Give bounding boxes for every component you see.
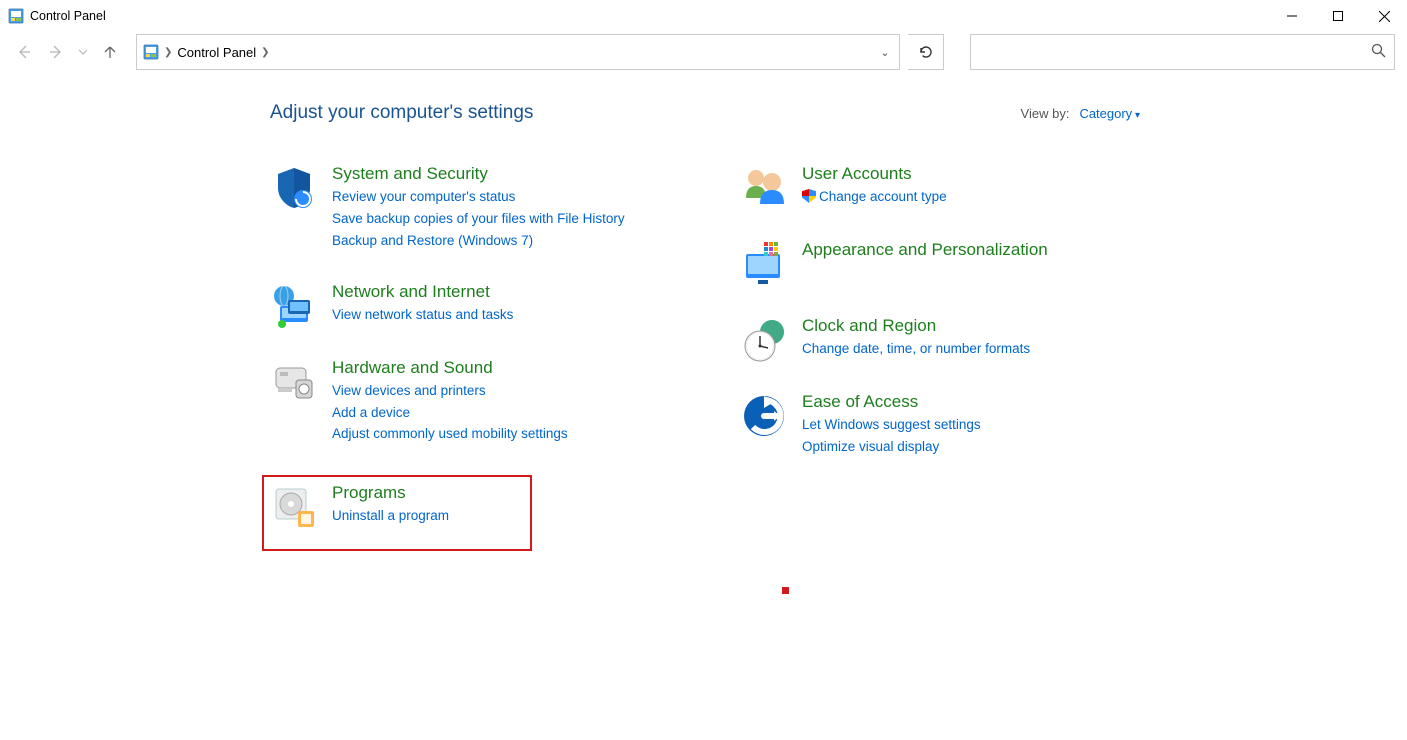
title-bar: Control Panel bbox=[0, 0, 1407, 32]
task-devices-printers[interactable]: View devices and printers bbox=[332, 382, 568, 401]
category-title-ease-of-access[interactable]: Ease of Access bbox=[802, 392, 981, 412]
control-panel-icon bbox=[8, 8, 24, 24]
window-controls bbox=[1269, 0, 1407, 32]
task-backup-restore[interactable]: Backup and Restore (Windows 7) bbox=[332, 232, 625, 251]
breadcrumb-control-panel[interactable]: Control Panel bbox=[177, 45, 256, 60]
task-add-device[interactable]: Add a device bbox=[332, 404, 568, 423]
task-let-windows-suggest[interactable]: Let Windows suggest settings bbox=[802, 416, 981, 435]
view-by-dropdown[interactable]: Category bbox=[1079, 106, 1140, 121]
forward-button[interactable] bbox=[44, 40, 68, 64]
network-icon[interactable] bbox=[270, 282, 318, 330]
recent-locations-button[interactable] bbox=[76, 40, 90, 64]
address-bar[interactable]: ❯ Control Panel ❯ ⌄ bbox=[136, 34, 900, 70]
category-title-user-accounts[interactable]: User Accounts bbox=[802, 164, 947, 184]
control-panel-crumb-icon bbox=[143, 44, 159, 60]
task-change-account-type[interactable]: Change account type bbox=[802, 188, 947, 207]
ease-of-access-icon[interactable] bbox=[740, 392, 788, 440]
category-title-appearance[interactable]: Appearance and Personalization bbox=[802, 240, 1048, 260]
programs-highlight-box: Programs Uninstall a program bbox=[262, 475, 532, 551]
category-programs: Programs Uninstall a program bbox=[270, 483, 524, 531]
task-date-time-formats[interactable]: Change date, time, or number formats bbox=[802, 340, 1030, 359]
category-user-accounts: User Accounts Change account type bbox=[740, 164, 1130, 212]
red-marker bbox=[782, 587, 789, 594]
minimize-button[interactable] bbox=[1269, 0, 1315, 32]
task-mobility[interactable]: Adjust commonly used mobility settings bbox=[332, 425, 568, 444]
category-title-system-security[interactable]: System and Security bbox=[332, 164, 625, 184]
category-network: Network and Internet View network status… bbox=[270, 282, 700, 330]
navigation-bar: ❯ Control Panel ❯ ⌄ bbox=[0, 32, 1407, 72]
task-optimize-visual[interactable]: Optimize visual display bbox=[802, 438, 981, 457]
search-input[interactable] bbox=[979, 35, 1371, 69]
category-clock-region: Clock and Region Change date, time, or n… bbox=[740, 316, 1130, 364]
category-title-hardware[interactable]: Hardware and Sound bbox=[332, 358, 568, 378]
view-by-label: View by: bbox=[1021, 106, 1070, 121]
category-title-programs[interactable]: Programs bbox=[332, 483, 449, 503]
search-icon[interactable] bbox=[1371, 43, 1386, 61]
maximize-button[interactable] bbox=[1315, 0, 1361, 32]
category-title-clock-region[interactable]: Clock and Region bbox=[802, 316, 1030, 336]
task-review-status[interactable]: Review your computer's status bbox=[332, 188, 625, 207]
address-dropdown-icon[interactable]: ⌄ bbox=[874, 46, 896, 59]
category-appearance: Appearance and Personalization bbox=[740, 240, 1130, 288]
back-button[interactable] bbox=[12, 40, 36, 64]
window-title: Control Panel bbox=[30, 9, 106, 23]
view-by-selector: View by: Category bbox=[1021, 106, 1140, 121]
up-button[interactable] bbox=[98, 40, 122, 64]
close-button[interactable] bbox=[1361, 0, 1407, 32]
category-ease-of-access: Ease of Access Let Windows suggest setti… bbox=[740, 392, 1130, 460]
breadcrumb-separator[interactable]: ❯ bbox=[159, 47, 177, 58]
search-box[interactable] bbox=[970, 34, 1395, 70]
category-hardware: Hardware and Sound View devices and prin… bbox=[270, 358, 700, 448]
task-uninstall-program[interactable]: Uninstall a program bbox=[332, 507, 449, 526]
appearance-icon[interactable] bbox=[740, 240, 788, 288]
task-file-history[interactable]: Save backup copies of your files with Fi… bbox=[332, 210, 625, 229]
hardware-icon[interactable] bbox=[270, 358, 318, 406]
refresh-button[interactable] bbox=[908, 34, 944, 70]
breadcrumb-separator[interactable]: ❯ bbox=[256, 47, 274, 58]
programs-icon[interactable] bbox=[270, 483, 318, 531]
clock-icon[interactable] bbox=[740, 316, 788, 364]
content-area: Adjust your computer's settings View by:… bbox=[0, 72, 1407, 551]
category-system-security: System and Security Review your computer… bbox=[270, 164, 700, 254]
system-security-icon[interactable] bbox=[270, 164, 318, 212]
category-title-network[interactable]: Network and Internet bbox=[332, 282, 513, 302]
user-accounts-icon[interactable] bbox=[740, 164, 788, 212]
page-heading: Adjust your computer's settings bbox=[270, 102, 533, 124]
task-network-status[interactable]: View network status and tasks bbox=[332, 306, 513, 325]
